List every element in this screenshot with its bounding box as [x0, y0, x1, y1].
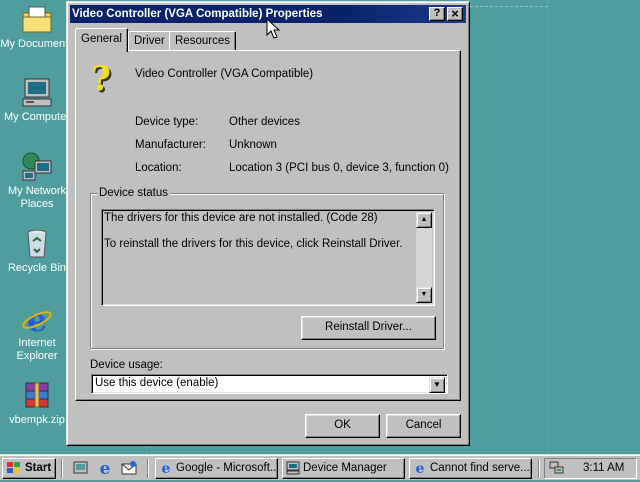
outlook-express-icon[interactable]: [120, 459, 138, 477]
mouse-pointer-icon: [266, 17, 281, 43]
task-button-device-manager[interactable]: Device Manager: [282, 458, 405, 479]
desktop-icon-label: Recycle Bin: [7, 262, 67, 274]
folder-icon: [20, 4, 54, 36]
windows-logo-icon: [6, 461, 20, 475]
device-usage-label: Device usage:: [90, 359, 163, 371]
network-tray-icon[interactable]: [549, 461, 565, 475]
scroll-down-arrow-icon[interactable]: ▼: [416, 287, 432, 303]
recycle-bin-icon: [20, 228, 54, 260]
system-tray: 3:11 AM: [544, 458, 637, 479]
task-button-google[interactable]: e Google - Microsoft...: [155, 458, 278, 479]
show-desktop-icon[interactable]: [72, 460, 90, 476]
svg-text:?: ?: [91, 61, 111, 97]
desktop-icon-vbempk-zip[interactable]: vbempk.zip: [0, 380, 74, 427]
desktop-icon-internet-explorer[interactable]: e Internet Explorer: [0, 301, 74, 363]
device-name: Video Controller (VGA Compatible): [135, 68, 314, 80]
location-label: Location:: [135, 162, 182, 174]
network-icon: [20, 151, 54, 183]
desktop-icon-label: Internet Explorer: [16, 337, 58, 362]
task-button-cannot-find-server[interactable]: e Cannot find serve...: [409, 458, 532, 479]
desktop-icon-my-computer[interactable]: My Computer: [0, 77, 74, 124]
desktop-icon-my-network-places[interactable]: My Network Places: [0, 151, 74, 211]
status-line-1: The drivers for this device are not inst…: [104, 212, 378, 224]
clock[interactable]: 3:11 AM: [583, 459, 624, 478]
desktop-icon-my-documents[interactable]: My Documents: [0, 4, 74, 51]
taskbar-separator: [61, 459, 63, 478]
task-label: Google - Microsoft...: [176, 462, 278, 474]
reinstall-driver-button[interactable]: Reinstall Driver...: [301, 316, 436, 340]
ie-icon: e: [413, 461, 427, 477]
desktop-icon-label: My Computer: [3, 111, 71, 123]
desktop-icon-label: My Documents: [0, 38, 74, 50]
taskbar-separator: [538, 459, 540, 478]
device-type-label: Device type:: [135, 116, 199, 128]
manufacturer-value: Unknown: [229, 139, 277, 151]
svg-text:e: e: [100, 459, 111, 477]
device-usage-select[interactable]: Use this device (enable) ▼: [91, 374, 448, 394]
computer-icon: [20, 77, 54, 109]
winrar-archive-icon: [20, 380, 54, 412]
cancel-button[interactable]: Cancel: [386, 414, 461, 438]
chevron-down-icon[interactable]: ▼: [429, 377, 445, 393]
start-label: Start: [25, 462, 52, 474]
question-mark-device-icon: ? ?: [89, 59, 121, 101]
ok-button[interactable]: OK: [305, 414, 380, 438]
device-type-value: Other devices: [229, 116, 300, 128]
guide-line: [547, 0, 548, 454]
start-button[interactable]: Start: [2, 458, 56, 479]
device-usage-value: Use this device (enable): [95, 377, 219, 389]
properties-dialog: Video Controller (VGA Compatible) Proper…: [66, 1, 470, 446]
status-scrollbar[interactable]: ▲ ▼: [416, 212, 432, 303]
svg-text:e: e: [162, 461, 171, 475]
taskbar: Start e e Google - Microsoft... Device M…: [0, 454, 640, 480]
guide-line: [470, 6, 548, 7]
desktop-icon-label: My Network Places: [7, 185, 67, 210]
computer-icon: [286, 461, 300, 475]
manufacturer-label: Manufacturer:: [135, 139, 206, 151]
scroll-up-arrow-icon[interactable]: ▲: [416, 212, 432, 228]
desktop-icon-label: vbempk.zip: [9, 414, 65, 426]
desktop-icon-recycle-bin[interactable]: Recycle Bin: [0, 228, 74, 275]
svg-text:e: e: [416, 461, 425, 475]
taskbar-separator: [147, 459, 149, 478]
device-status-group-label: Device status: [97, 187, 171, 199]
ie-icon[interactable]: e: [96, 459, 114, 479]
location-value: Location 3 (PCI bus 0, device 3, functio…: [229, 162, 449, 174]
ie-icon: e: [159, 461, 173, 477]
ie-icon: e: [20, 301, 54, 339]
status-line-2: To reinstall the drivers for this device…: [104, 238, 403, 250]
device-status-textbox[interactable]: The drivers for this device are not inst…: [101, 209, 435, 306]
task-label: Device Manager: [303, 462, 387, 474]
task-label: Cannot find serve...: [430, 462, 530, 474]
